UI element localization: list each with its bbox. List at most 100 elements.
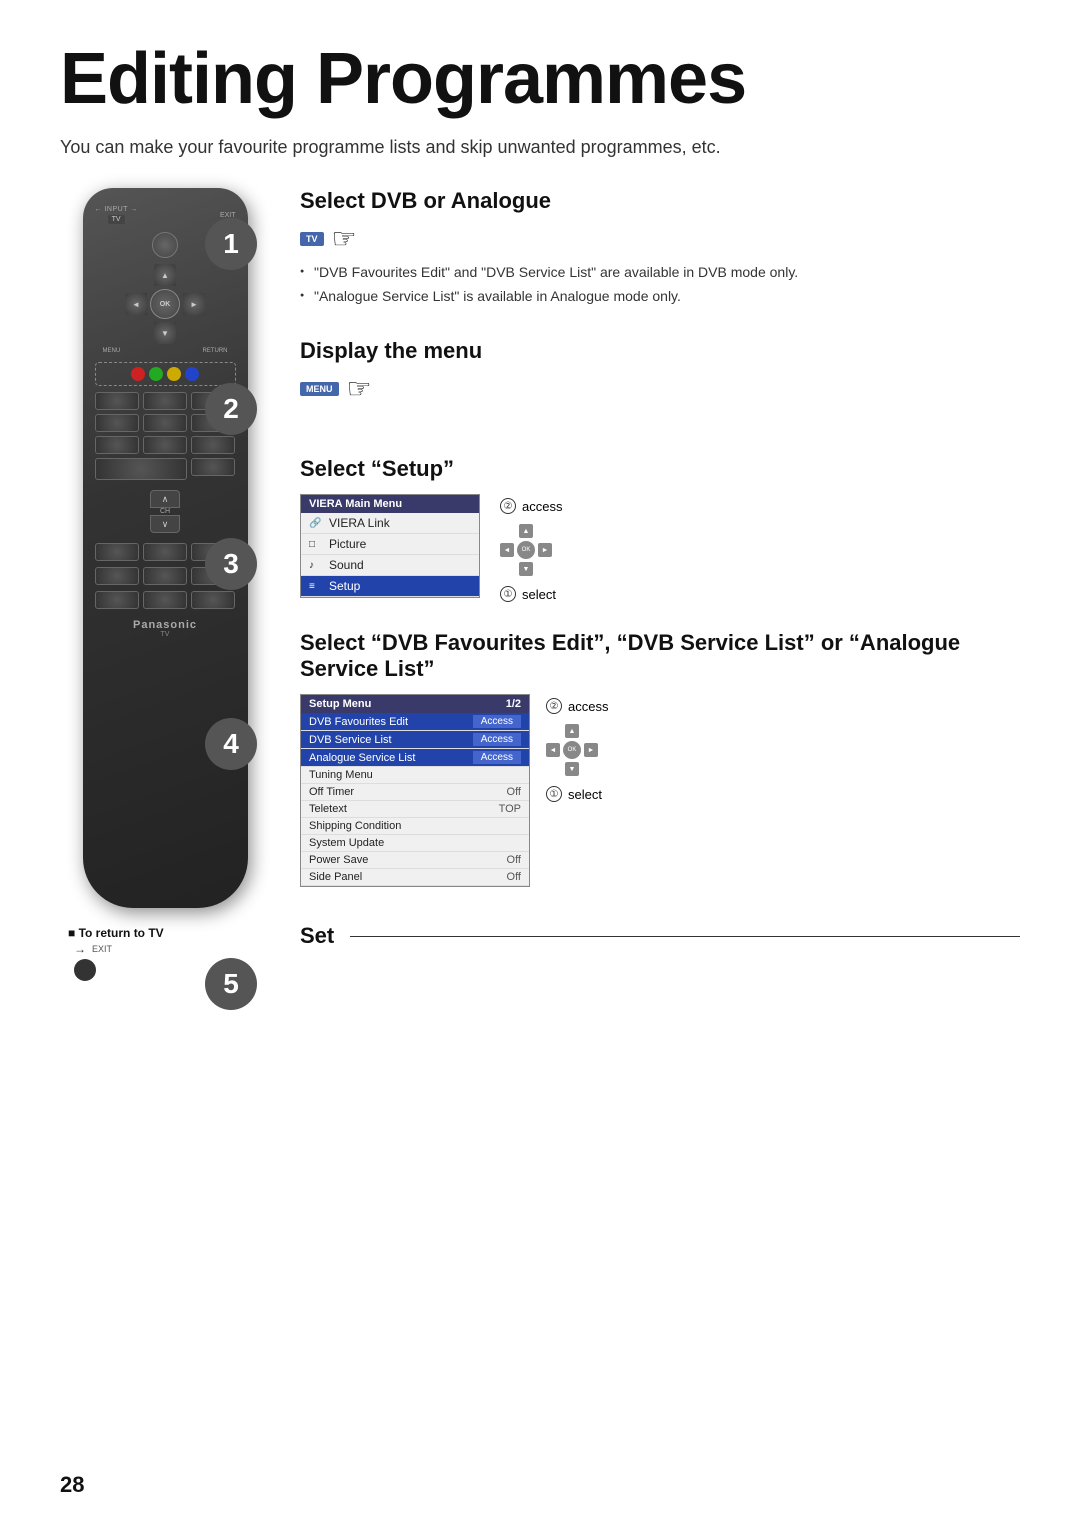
setup-row-power-save: Power Save Off — [301, 852, 529, 869]
setup-icon: ≡ — [309, 581, 323, 592]
step-2-menu-badge: MENU — [300, 382, 339, 396]
step-number-5: 5 — [205, 958, 257, 1010]
ch-down-arrow: ∨ — [162, 519, 169, 530]
btn-7[interactable] — [95, 436, 139, 454]
ok-label: OK — [160, 301, 171, 308]
mini-down-btn-4: ▼ — [565, 762, 579, 776]
dpad-down-btn[interactable]: ▼ — [154, 322, 176, 344]
step-3: Select “Setup” VIERA Main Menu 🔗 VIERA L… — [300, 456, 1020, 602]
access-badge-1: Access — [473, 715, 521, 728]
dpad-ok-btn[interactable]: OK — [150, 289, 180, 319]
btn-1[interactable] — [95, 392, 139, 410]
step-1-bullet-1: "DVB Favourites Edit" and "DVB Service L… — [300, 263, 1020, 283]
input-label: ← INPUT → — [95, 206, 138, 213]
step-1-title: Select DVB or Analogue — [300, 188, 1020, 214]
step-1-tv-badge: TV — [300, 232, 324, 246]
sound-icon: ♪ — [309, 560, 323, 571]
setup-row-shipping: Shipping Condition — [301, 818, 529, 835]
bottom-grid-row3 — [95, 591, 236, 609]
btn-b4[interactable] — [95, 567, 139, 585]
mini-ok-label-4: OK — [568, 747, 577, 753]
access-badge-3: Access — [473, 751, 521, 764]
step-3-nav: ② access ▲ ▼ — [500, 498, 562, 602]
step-2-title: Display the menu — [300, 338, 1020, 364]
btn-8[interactable] — [143, 436, 187, 454]
btn-b2[interactable] — [143, 543, 187, 561]
setup-menu-ui: Setup Menu 1/2 DVB Favourites Edit Acces… — [300, 694, 530, 887]
step-2: Display the menu MENU ☞ — [300, 338, 1020, 428]
step-1-hand-icon: ☞ — [332, 222, 357, 255]
mini-left-arrow: ◄ — [504, 547, 511, 554]
btn-9[interactable] — [191, 436, 235, 454]
mini-down-arrow: ▼ — [523, 566, 530, 573]
circle-num-1: ① — [500, 586, 516, 602]
ch-label: CH — [160, 508, 170, 515]
step-number-4: 4 — [205, 718, 257, 770]
step-number-1: 1 — [205, 218, 257, 270]
step-1: Select DVB or Analogue TV ☞ "DVB Favouri… — [300, 188, 1020, 310]
step-5-title: Set — [300, 923, 334, 949]
color-buttons-row — [95, 362, 236, 386]
mini-ok-btn: OK — [517, 541, 535, 559]
exit-text: EXIT — [92, 944, 112, 954]
set-divider — [350, 936, 1020, 938]
ch-up-btn[interactable]: ∧ — [150, 490, 180, 508]
blue-button[interactable] — [185, 367, 199, 381]
menu-viera-link: 🔗 VIERA Link — [301, 513, 479, 534]
btn-2[interactable] — [143, 392, 187, 410]
page-title: Editing Programmes — [60, 40, 1020, 119]
menu-label: MENU — [103, 348, 121, 354]
access-badge-2: Access — [473, 733, 521, 746]
remote-tv-bottom-label: TV — [95, 631, 236, 638]
down-arrow-icon: ▼ — [161, 329, 169, 338]
tv-label: TV — [108, 215, 125, 224]
yellow-button[interactable] — [167, 367, 181, 381]
menu-header: VIERA Main Menu — [301, 495, 479, 513]
btn-5[interactable] — [143, 414, 187, 432]
mini-left-btn: ◄ — [500, 543, 514, 557]
btn-b8[interactable] — [143, 591, 187, 609]
page-number: 28 — [60, 1472, 84, 1498]
mini-ok-label: OK — [522, 547, 531, 553]
main-menu-ui: VIERA Main Menu 🔗 VIERA Link □ Picture ♪ — [300, 494, 480, 598]
mini-right-arrow: ► — [542, 547, 549, 554]
dpad-left-btn[interactable]: ◄ — [125, 293, 147, 315]
channel-controls: ∧ CH ∨ — [95, 490, 236, 533]
btn-4[interactable] — [95, 414, 139, 432]
step-1-bullets: "DVB Favourites Edit" and "DVB Service L… — [300, 263, 1020, 306]
green-button[interactable] — [149, 367, 163, 381]
mini-right-btn: ► — [538, 543, 552, 557]
step-3-select-label: select — [522, 587, 556, 602]
btn-0[interactable] — [191, 458, 235, 476]
btn-b7[interactable] — [95, 591, 139, 609]
page-subtitle: You can make your favourite programme li… — [60, 137, 1020, 158]
ch-up-arrow: ∧ — [162, 494, 169, 505]
mini-up-arrow: ▲ — [523, 528, 530, 535]
btn-b9[interactable] — [191, 591, 235, 609]
setup-row-tuning: Tuning Menu — [301, 767, 529, 784]
left-arrow-icon: ◄ — [132, 300, 140, 309]
ch-down-btn[interactable]: ∨ — [150, 515, 180, 533]
mini-up-arrow-4: ▲ — [569, 728, 576, 735]
btn-b1[interactable] — [95, 543, 139, 561]
step-4: Select “DVB Favourites Edit”, “DVB Servi… — [300, 630, 1020, 887]
dpad-up-btn[interactable]: ▲ — [154, 264, 176, 286]
button-grid-row3 — [95, 436, 236, 454]
btn-wide[interactable] — [95, 458, 188, 480]
step-3-access-label: access — [522, 499, 562, 514]
step-number-3: 3 — [205, 538, 257, 590]
menu-setup-selected: ≡ Setup — [301, 576, 479, 597]
mini-ok-btn-4: OK — [563, 741, 581, 759]
dpad[interactable]: ▲ ▼ ◄ ► OK — [125, 264, 205, 344]
setup-row-side-panel: Side Panel Off — [301, 869, 529, 886]
btn-b5[interactable] — [143, 567, 187, 585]
mini-down-arrow-4: ▼ — [569, 766, 576, 773]
link-icon: 🔗 — [309, 518, 323, 529]
dpad-right-btn[interactable]: ► — [183, 293, 205, 315]
power-button[interactable] — [152, 232, 178, 258]
step-1-bullet-2: "Analogue Service List" is available in … — [300, 287, 1020, 307]
exit-button[interactable] — [74, 959, 96, 981]
red-button[interactable] — [131, 367, 145, 381]
menu-picture: □ Picture — [301, 534, 479, 555]
step-4-select-label: select — [568, 787, 602, 802]
